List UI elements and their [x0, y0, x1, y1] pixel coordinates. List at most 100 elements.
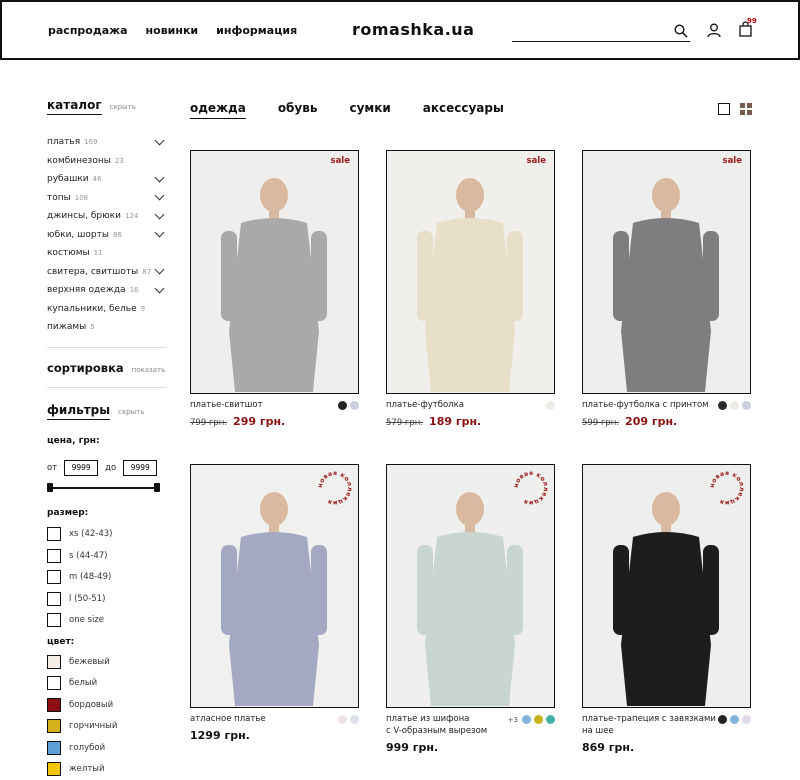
size-option[interactable]: l (50-51): [47, 588, 167, 610]
size-option[interactable]: xs (42-43): [47, 524, 167, 546]
chevron-down-icon[interactable]: [154, 283, 165, 294]
color-swatch[interactable]: [546, 401, 555, 410]
category-item[interactable]: топы 108: [47, 189, 167, 208]
color-option[interactable]: бордовый: [47, 694, 167, 716]
price-from-input[interactable]: [64, 459, 99, 476]
price-to-input[interactable]: [123, 459, 158, 476]
product-card[interactable]: новая коллекция платье-трапеция с завязка…: [582, 464, 751, 754]
product-image[interactable]: новая коллекция: [386, 464, 555, 708]
nav-sale[interactable]: распродажа: [48, 24, 128, 37]
color-swatch[interactable]: [730, 715, 739, 724]
chevron-down-icon[interactable]: [154, 209, 165, 220]
color-checkbox[interactable]: [47, 697, 61, 712]
product-card[interactable]: sale платье-футболка 579 грн. 189 грн.: [386, 150, 555, 428]
product-card[interactable]: новая коллекция платье из шифона с V-обра…: [386, 464, 555, 754]
color-checkbox[interactable]: [47, 740, 61, 755]
sorting-toggle[interactable]: показать: [132, 366, 166, 374]
category-item[interactable]: комбинезоны 23: [47, 152, 167, 171]
category-label: свитера, свитшоты 87: [47, 267, 151, 277]
color-swatch[interactable]: [718, 401, 727, 410]
single-view-icon[interactable]: [718, 103, 730, 115]
size-option[interactable]: m (48-49): [47, 567, 167, 589]
category-item[interactable]: пижамы 5: [47, 318, 167, 337]
color-swatch[interactable]: [522, 715, 531, 724]
size-checkbox[interactable]: [47, 527, 61, 542]
chevron-down-icon[interactable]: [154, 227, 165, 238]
price-slider-max-handle[interactable]: [154, 482, 160, 492]
size-checkbox[interactable]: [47, 591, 61, 606]
color-checkbox[interactable]: [47, 762, 61, 777]
filters-toggle[interactable]: скрыть: [118, 408, 144, 416]
tab-bags[interactable]: сумки: [349, 101, 390, 119]
color-swatch[interactable]: [338, 401, 347, 410]
product-image[interactable]: sale: [190, 150, 359, 394]
category-item[interactable]: джинсы, брюки 124: [47, 207, 167, 226]
chevron-down-icon[interactable]: [154, 172, 165, 183]
category-count: 124: [124, 212, 139, 221]
chevron-down-icon[interactable]: [154, 190, 165, 201]
product-card[interactable]: новая коллекция атласное платье 1299 грн.: [190, 464, 359, 742]
nav-info[interactable]: информация: [216, 24, 297, 37]
color-option[interactable]: голубой: [47, 737, 167, 759]
color-checkbox[interactable]: [47, 676, 61, 691]
color-swatch[interactable]: [546, 715, 555, 724]
tab-accessories[interactable]: аксессуары: [423, 101, 504, 119]
category-item[interactable]: платья 169: [47, 133, 167, 152]
site-logo[interactable]: romashka.ua: [352, 20, 474, 39]
product-card[interactable]: sale платье-футболка с принтом 599 грн. 209…: [582, 150, 751, 428]
category-item[interactable]: верхняя одежда 16: [47, 281, 167, 300]
color-swatch[interactable]: [350, 715, 359, 724]
product-name[interactable]: платье-трапеция с завязками на шее: [582, 713, 716, 737]
color-swatch[interactable]: [742, 715, 751, 724]
chevron-down-icon[interactable]: [154, 135, 165, 146]
category-item[interactable]: свитера, свитшоты 87: [47, 263, 167, 282]
color-option[interactable]: желтый: [47, 759, 167, 780]
category-item[interactable]: костюмы 11: [47, 244, 167, 263]
nav-new[interactable]: новинки: [146, 24, 199, 37]
catalog-toggle[interactable]: скрыть: [110, 103, 136, 111]
color-swatch[interactable]: [534, 715, 543, 724]
size-checkbox[interactable]: [47, 570, 61, 585]
color-swatch[interactable]: [742, 401, 751, 410]
product-card[interactable]: sale платье-свитшот 799 грн. 299 грн.: [190, 150, 359, 428]
product-image[interactable]: новая коллекция: [582, 464, 751, 708]
size-option[interactable]: one size: [47, 610, 167, 632]
grid-view-icon[interactable]: [740, 103, 752, 115]
product-image[interactable]: sale: [386, 150, 555, 394]
tab-clothing[interactable]: одежда: [190, 101, 246, 119]
color-option[interactable]: белый: [47, 673, 167, 695]
category-item[interactable]: купальники, белье 9: [47, 300, 167, 319]
search-icon[interactable]: [674, 23, 688, 42]
color-swatch[interactable]: [350, 401, 359, 410]
color-checkbox[interactable]: [47, 719, 61, 734]
chevron-down-icon[interactable]: [154, 264, 165, 275]
product-image[interactable]: sale: [582, 150, 751, 394]
search-input[interactable]: [512, 24, 672, 43]
category-item[interactable]: юбки, шорты 86: [47, 226, 167, 245]
product-name[interactable]: платье-футболка с принтом: [582, 399, 709, 411]
tab-shoes[interactable]: обувь: [278, 101, 318, 119]
size-option[interactable]: s (44-47): [47, 545, 167, 567]
user-icon[interactable]: [707, 23, 721, 42]
color-swatch[interactable]: [730, 401, 739, 410]
color-label: цвет:: [47, 637, 75, 647]
size-checkbox[interactable]: [47, 548, 61, 563]
color-option[interactable]: горчичный: [47, 716, 167, 738]
color-option[interactable]: бежевый: [47, 651, 167, 673]
category-item[interactable]: рубашки 46: [47, 170, 167, 189]
price-slider-track[interactable]: [49, 486, 159, 489]
product-image[interactable]: новая коллекция: [190, 464, 359, 708]
sorting-title[interactable]: сортировка: [47, 361, 124, 375]
product-name[interactable]: атласное платье: [190, 713, 266, 725]
color-swatch[interactable]: [338, 715, 347, 724]
color-swatch[interactable]: [718, 715, 727, 724]
product-name[interactable]: платье-свитшот: [190, 399, 263, 411]
current-price: 999 грн.: [386, 741, 439, 754]
product-name[interactable]: платье-футболка: [386, 399, 464, 411]
color-checkbox[interactable]: [47, 654, 61, 669]
more-colors-count[interactable]: +3: [508, 716, 518, 724]
size-checkbox[interactable]: [47, 613, 61, 628]
price-slider-min-handle[interactable]: [47, 482, 53, 492]
product-name[interactable]: платье из шифона с V-образным вырезом: [386, 713, 487, 737]
category-label: платья 169: [47, 137, 98, 147]
